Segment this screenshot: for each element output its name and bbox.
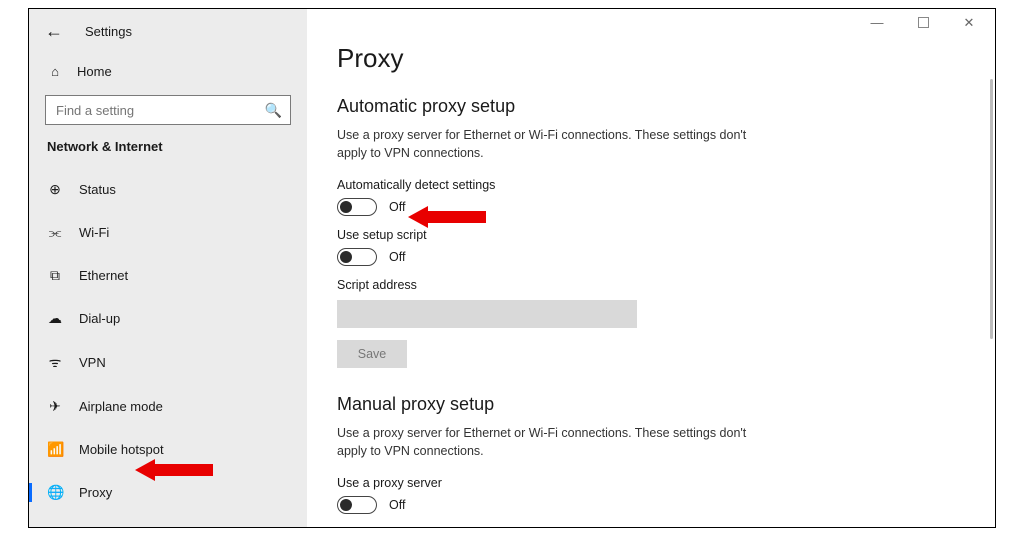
sidebar-item-label: VPN: [79, 355, 106, 370]
auto-detect-toggle[interactable]: [337, 198, 377, 216]
setup-script-toggle[interactable]: [337, 248, 377, 266]
ethernet-icon: ⧉: [47, 267, 63, 284]
window-minimize-button[interactable]: —: [865, 9, 889, 37]
sidebar-item-status[interactable]: ⊕ Status: [29, 172, 307, 207]
airplane-icon: ✈: [47, 398, 63, 415]
sidebar-item-label: Ethernet: [79, 268, 128, 283]
sidebar-item-label: Dial-up: [79, 311, 120, 326]
auto-detect-state: Off: [389, 200, 405, 214]
home-label: Home: [77, 64, 112, 79]
auto-detect-label: Automatically detect settings: [337, 178, 967, 192]
sidebar-item-label: Status: [79, 182, 116, 197]
use-proxy-label: Use a proxy server: [337, 476, 967, 490]
sidebar: ← Settings ⌂ Home 🔍 Network & Internet ⊕…: [29, 9, 307, 527]
auto-proxy-description: Use a proxy server for Ethernet or Wi-Fi…: [337, 127, 777, 162]
sidebar-item-wifi[interactable]: ⫘ Wi-Fi: [29, 215, 307, 250]
scrollbar[interactable]: [990, 79, 993, 339]
auto-proxy-heading: Automatic proxy setup: [337, 96, 967, 117]
script-address-input[interactable]: [337, 300, 637, 328]
save-button[interactable]: Save: [337, 340, 407, 368]
script-address-label: Script address: [337, 278, 967, 292]
manual-proxy-heading: Manual proxy setup: [337, 394, 967, 415]
hotspot-icon: 📶: [47, 441, 63, 458]
sidebar-section-label: Network & Internet: [29, 139, 307, 154]
status-icon: ⊕: [47, 181, 63, 198]
annotation-arrow-toggle: [408, 206, 486, 228]
manual-proxy-description: Use a proxy server for Ethernet or Wi-Fi…: [337, 425, 777, 460]
use-proxy-state: Off: [389, 498, 405, 512]
back-button[interactable]: ←: [41, 21, 67, 42]
setup-script-label: Use setup script: [337, 228, 967, 242]
sidebar-item-label: Wi-Fi: [79, 225, 109, 240]
main-content: Proxy Automatic proxy setup Use a proxy …: [307, 9, 995, 527]
sidebar-item-label: Airplane mode: [79, 399, 163, 414]
dialup-icon: ☁: [47, 310, 63, 327]
proxy-icon: 🌐: [47, 484, 63, 501]
sidebar-item-dialup[interactable]: ☁ Dial-up: [29, 301, 307, 336]
search-input[interactable]: [54, 102, 265, 119]
sidebar-item-ethernet[interactable]: ⧉ Ethernet: [29, 258, 307, 293]
settings-window: — ✕ ← Settings ⌂ Home 🔍 Network & Intern…: [28, 8, 996, 528]
window-close-button[interactable]: ✕: [957, 9, 981, 37]
page-title: Proxy: [337, 43, 967, 74]
setup-script-state: Off: [389, 250, 405, 264]
app-title: Settings: [85, 24, 132, 39]
search-icon: 🔍: [265, 102, 282, 119]
sidebar-item-airplane[interactable]: ✈ Airplane mode: [29, 389, 307, 424]
sidebar-item-vpn[interactable]: ᯤ VPN: [29, 344, 307, 381]
sidebar-home[interactable]: ⌂ Home: [29, 58, 307, 85]
vpn-icon: ᯤ: [47, 353, 63, 372]
sidebar-item-label: Proxy: [79, 485, 112, 500]
wifi-icon: ⫘: [47, 224, 63, 241]
search-box[interactable]: 🔍: [45, 95, 291, 125]
titlebar: — ✕: [851, 9, 995, 37]
use-proxy-toggle[interactable]: [337, 496, 377, 514]
home-icon: ⌂: [47, 64, 63, 79]
window-maximize-button[interactable]: [911, 9, 935, 37]
annotation-arrow-proxy: [135, 459, 213, 481]
sidebar-item-label: Mobile hotspot: [79, 442, 164, 457]
